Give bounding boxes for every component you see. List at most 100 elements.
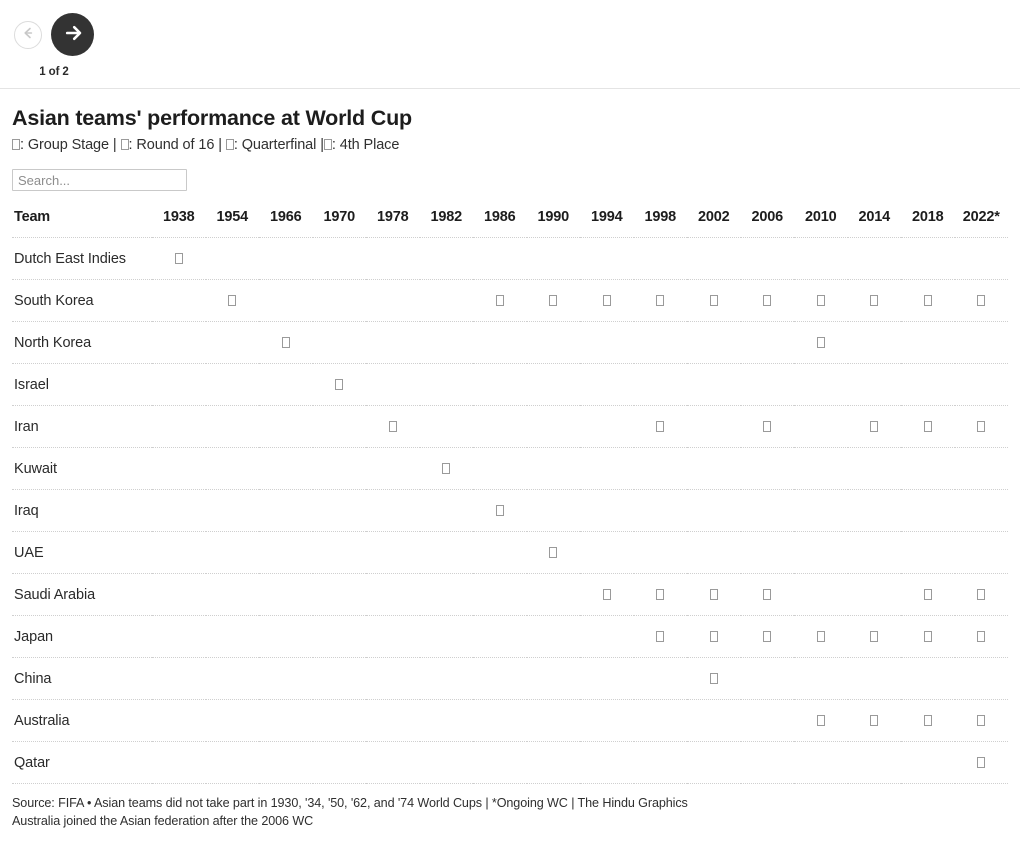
empty-cell <box>259 742 313 784</box>
result-marker-cell <box>313 364 367 406</box>
empty-cell <box>527 238 581 280</box>
empty-cell <box>206 238 260 280</box>
footer-note-line: Australia joined the Asian federation af… <box>12 814 314 828</box>
column-header-1938: 1938 <box>163 209 195 225</box>
result-marker-icon <box>977 588 986 600</box>
empty-cell <box>473 322 527 364</box>
result-marker-cell <box>955 700 1009 742</box>
team-name-cell: Australia <box>14 712 70 729</box>
empty-cell <box>527 322 581 364</box>
result-marker-cell <box>741 280 795 322</box>
empty-cell <box>420 574 474 616</box>
empty-cell <box>206 364 260 406</box>
empty-cell <box>313 742 367 784</box>
team-name-cell: Kuwait <box>14 460 57 477</box>
column-header-1982: 1982 <box>430 209 463 225</box>
previous-page-button[interactable] <box>14 20 42 49</box>
result-marker-icon <box>816 630 825 642</box>
team-name-cell: Iran <box>14 418 39 435</box>
team-name-cell: Saudi Arabia <box>14 586 96 603</box>
legend-marker-quarterfinal-icon <box>225 139 234 150</box>
result-marker-cell <box>580 280 634 322</box>
empty-cell <box>473 742 527 784</box>
empty-cell <box>687 238 741 280</box>
empty-cell <box>259 574 313 616</box>
search-input[interactable] <box>12 169 187 191</box>
result-marker-cell <box>794 322 848 364</box>
legend-marker-group-stage-icon <box>12 139 20 150</box>
result-marker-icon <box>763 294 772 306</box>
empty-cell <box>206 406 260 448</box>
result-marker-icon <box>977 294 986 306</box>
result-marker-icon <box>870 630 879 642</box>
empty-cell <box>152 574 206 616</box>
empty-cell <box>901 322 955 364</box>
empty-cell <box>366 532 420 574</box>
empty-cell <box>527 490 581 532</box>
empty-cell <box>366 322 420 364</box>
empty-cell <box>313 532 367 574</box>
empty-cell <box>794 364 848 406</box>
empty-cell <box>527 448 581 490</box>
empty-cell <box>527 616 581 658</box>
empty-cell <box>901 490 955 532</box>
column-header-team: Team <box>14 209 51 225</box>
result-marker-cell <box>741 616 795 658</box>
empty-cell <box>580 532 634 574</box>
empty-cell <box>848 448 902 490</box>
empty-cell <box>473 574 527 616</box>
empty-cell <box>206 574 260 616</box>
empty-cell <box>901 448 955 490</box>
table-row: Qatar <box>12 741 1008 784</box>
empty-cell <box>420 364 474 406</box>
result-marker-icon <box>763 630 772 642</box>
empty-cell <box>741 700 795 742</box>
team-name-cell: China <box>14 670 52 687</box>
empty-cell <box>313 322 367 364</box>
empty-cell <box>206 322 260 364</box>
empty-cell <box>420 700 474 742</box>
empty-cell <box>313 280 367 322</box>
empty-cell <box>366 238 420 280</box>
empty-cell <box>259 448 313 490</box>
result-marker-icon <box>656 588 665 600</box>
empty-cell <box>366 448 420 490</box>
empty-cell <box>634 742 688 784</box>
result-marker-cell <box>634 280 688 322</box>
empty-cell <box>848 742 902 784</box>
result-marker-cell <box>634 574 688 616</box>
column-header-1986: 1986 <box>484 209 516 225</box>
result-marker-icon <box>923 630 932 642</box>
table-row: North Korea <box>12 321 1008 364</box>
empty-cell <box>580 448 634 490</box>
result-marker-icon <box>816 714 825 726</box>
empty-cell <box>152 280 206 322</box>
empty-cell <box>580 238 634 280</box>
empty-cell <box>794 574 848 616</box>
empty-cell <box>848 490 902 532</box>
result-marker-cell <box>955 616 1009 658</box>
result-marker-icon <box>816 336 825 348</box>
result-marker-icon <box>709 588 718 600</box>
empty-cell <box>366 616 420 658</box>
empty-cell <box>152 490 206 532</box>
empty-cell <box>473 448 527 490</box>
pagination-controls <box>14 13 94 56</box>
next-page-button[interactable] <box>51 13 94 56</box>
column-header-2002: 2002 <box>698 209 730 225</box>
footer-notes: Source: FIFA • Asian teams did not take … <box>0 784 1020 830</box>
empty-cell <box>955 448 1009 490</box>
empty-cell <box>259 280 313 322</box>
empty-cell <box>580 490 634 532</box>
column-header-1998: 1998 <box>644 209 677 225</box>
result-marker-cell <box>420 448 474 490</box>
table-row: Iran <box>12 405 1008 448</box>
empty-cell <box>206 616 260 658</box>
result-marker-cell <box>741 574 795 616</box>
result-marker-icon <box>923 714 932 726</box>
empty-cell <box>741 448 795 490</box>
empty-cell <box>634 364 688 406</box>
empty-cell <box>152 658 206 700</box>
empty-cell <box>366 364 420 406</box>
empty-cell <box>794 742 848 784</box>
